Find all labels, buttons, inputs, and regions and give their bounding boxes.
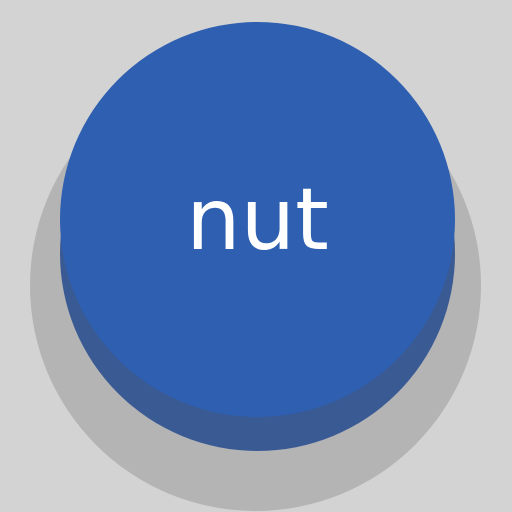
nut-button[interactable]: nut — [60, 22, 455, 417]
button-stage: nut — [0, 0, 512, 512]
nut-button-label: nut — [186, 169, 329, 270]
